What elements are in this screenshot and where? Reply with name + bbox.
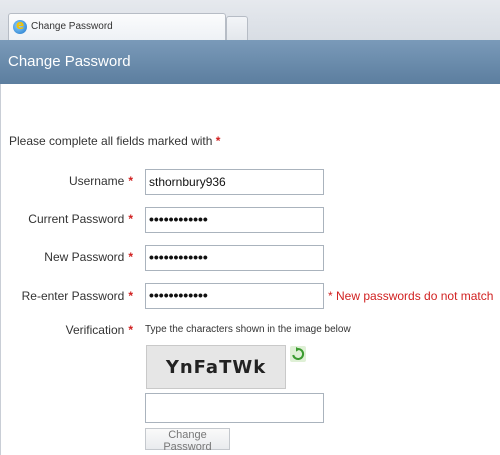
verification-hint: Type the characters shown in the image b… (145, 324, 351, 335)
required-marker: * (128, 323, 133, 337)
required-marker: * (128, 250, 133, 264)
page-title: Change Password (8, 53, 131, 70)
reenter-password-label: Re-enter Password * (22, 289, 133, 303)
browser-window: Change Password Change Password Please c… (0, 0, 500, 455)
instruction-text: Please complete all fields marked with (9, 134, 213, 148)
username-label-text: Username (68, 174, 125, 188)
required-marker: * (128, 212, 133, 226)
internet-explorer-icon (13, 20, 27, 34)
browser-tab[interactable]: Change Password (8, 13, 226, 40)
captcha-image: YnFaTWk (146, 345, 286, 389)
password-mismatch-error: * New passwords do not match (328, 289, 494, 303)
username-field[interactable] (145, 169, 324, 195)
new-password-field[interactable]: •••••••••••• (145, 245, 324, 271)
refresh-icon[interactable] (290, 346, 306, 362)
captcha-text: YnFaTWk (165, 357, 267, 378)
captcha-input[interactable] (145, 393, 324, 423)
browser-tab-title: Change Password (31, 21, 113, 32)
content-border (0, 84, 1, 455)
new-tab-button[interactable] (226, 16, 248, 40)
current-password-field[interactable]: •••••••••••• (145, 207, 324, 233)
new-password-label: New Password * (44, 250, 133, 264)
new-password-label-text: New Password (44, 250, 125, 264)
reenter-password-field[interactable]: •••••••••••• (145, 283, 324, 309)
reenter-password-label-text: Re-enter Password (21, 289, 125, 303)
required-marker: * (128, 289, 133, 303)
current-password-label: Current Password * (28, 212, 133, 226)
verification-label-text: Verification (65, 323, 125, 337)
page-header: Change Password (0, 40, 500, 84)
form-instruction: Please complete all fields marked with * (9, 134, 220, 148)
required-marker: * (128, 174, 133, 188)
username-label: Username * (69, 174, 133, 188)
required-marker: * (215, 134, 221, 148)
change-password-button[interactable]: Change Password (145, 428, 230, 453)
browser-tab-strip: Change Password (0, 0, 500, 40)
verification-label: Verification * (66, 323, 133, 337)
current-password-label-text: Current Password (28, 212, 125, 226)
